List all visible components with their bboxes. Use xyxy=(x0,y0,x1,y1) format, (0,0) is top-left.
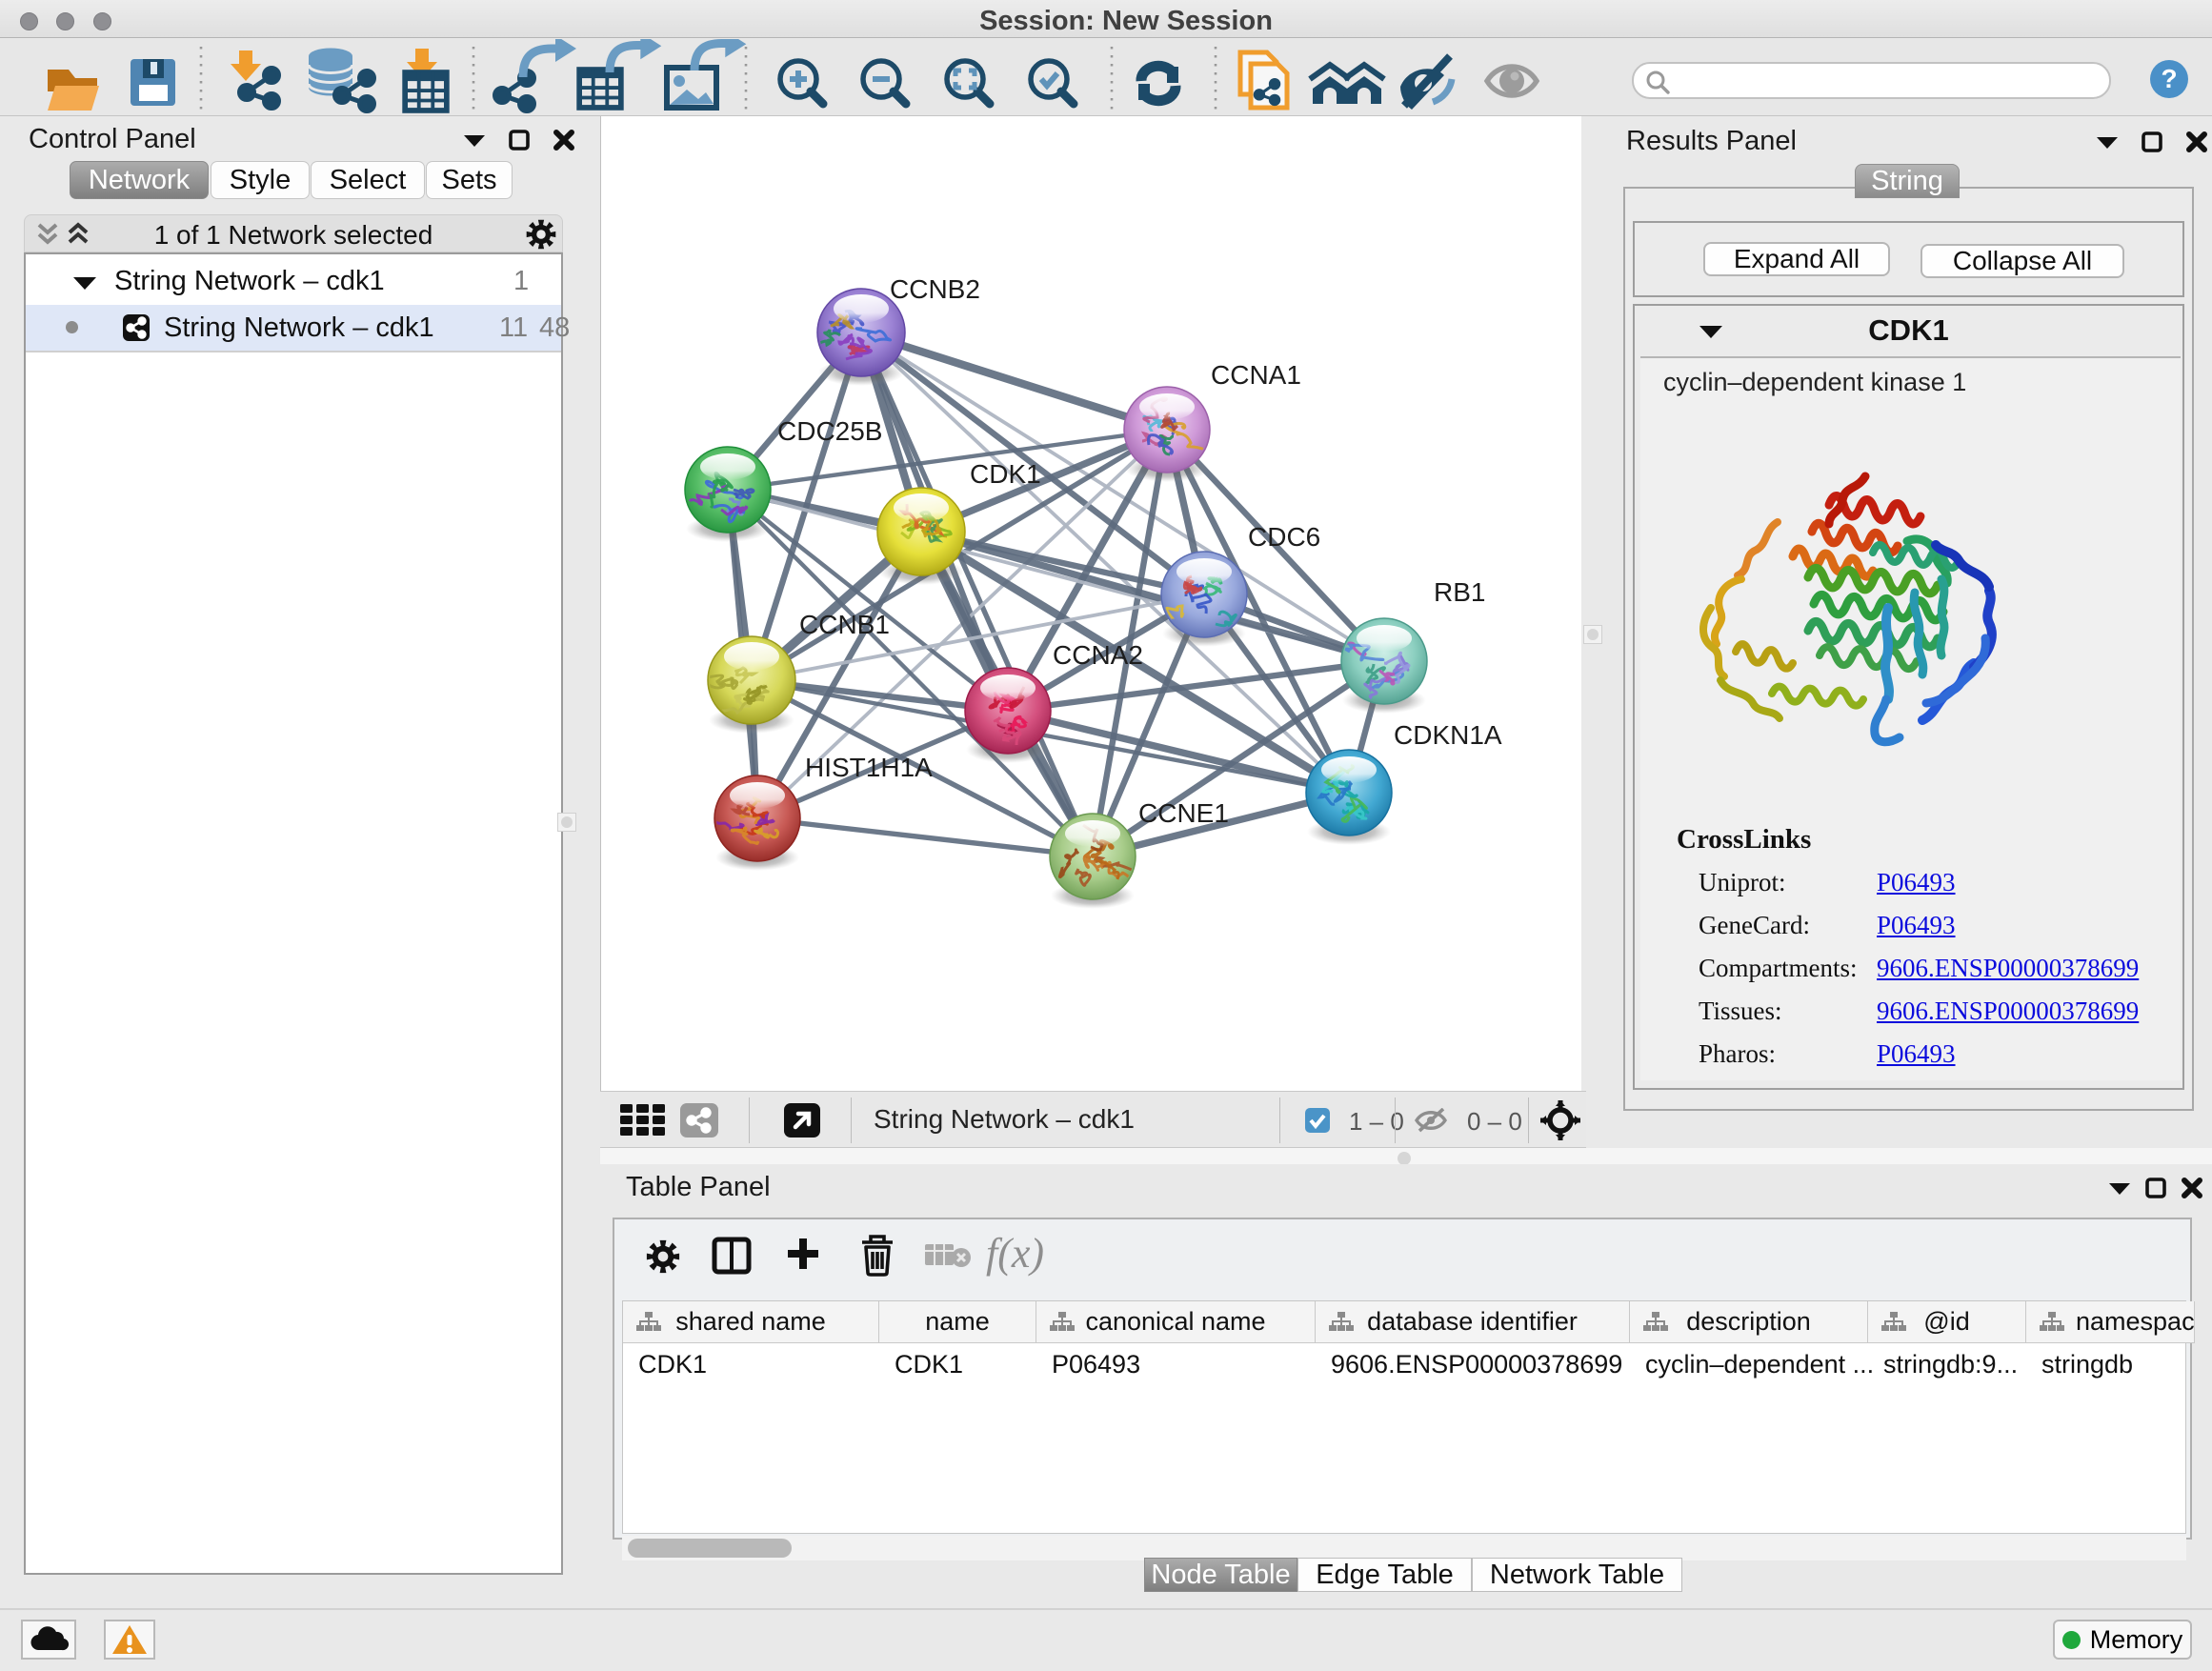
svg-text:CDC25B: CDC25B xyxy=(777,416,882,446)
svg-text:CCNB1: CCNB1 xyxy=(799,610,890,639)
svg-text:CCNE1: CCNE1 xyxy=(1138,798,1229,828)
svg-text:?: ? xyxy=(2161,64,2177,93)
svg-text:CDKN1A: CDKN1A xyxy=(1394,720,1502,750)
svg-text:CCNA2: CCNA2 xyxy=(1053,640,1143,670)
svg-text:HIST1H1A: HIST1H1A xyxy=(805,753,933,782)
svg-text:RB1: RB1 xyxy=(1434,577,1485,607)
svg-text:CDC6: CDC6 xyxy=(1248,522,1320,552)
svg-text:CCNB2: CCNB2 xyxy=(890,274,980,304)
svg-text:CCNA1: CCNA1 xyxy=(1211,360,1301,390)
svg-text:CDK1: CDK1 xyxy=(970,459,1041,489)
